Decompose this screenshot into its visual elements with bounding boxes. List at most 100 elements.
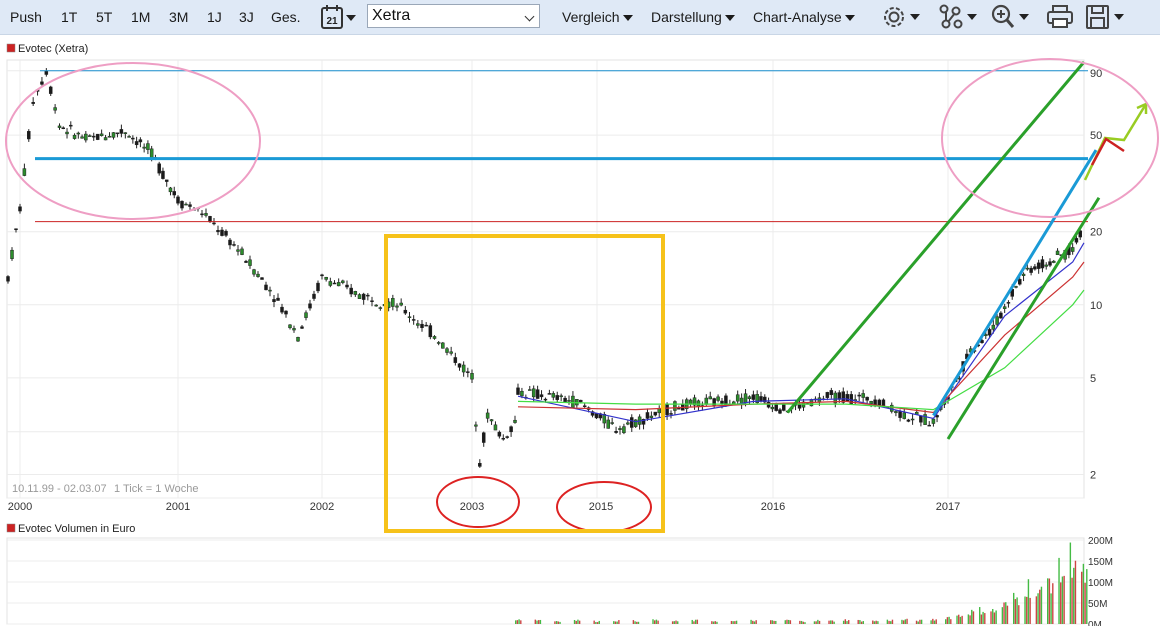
candle-body [432, 336, 437, 339]
volume-bar [714, 621, 716, 624]
volume-bar [1018, 605, 1020, 624]
candle-body [622, 426, 626, 434]
candle-body [61, 127, 66, 129]
volume-bar [799, 620, 801, 624]
volume-bar [877, 621, 879, 624]
volume-bar [555, 621, 558, 624]
volume-bar [655, 619, 658, 624]
candle-body [735, 394, 740, 402]
candle-body [747, 396, 752, 399]
candle-body [669, 413, 673, 415]
candle-body [180, 200, 184, 209]
candle-body [1006, 302, 1011, 304]
candle-body [645, 412, 650, 419]
candle-body [312, 293, 316, 299]
volume-bar [804, 622, 806, 624]
x-tick-label: 2017 [936, 501, 960, 513]
trend-line-1 [786, 61, 1086, 414]
volume-bar [875, 620, 877, 624]
candle-body [103, 137, 108, 141]
candle-body [774, 403, 778, 411]
candle-body [216, 230, 220, 233]
candle-body [1070, 247, 1075, 252]
candle-body [428, 325, 433, 338]
candle-body [618, 428, 622, 430]
candle-body [449, 351, 453, 354]
volume-bar [515, 620, 517, 624]
volume-bar [1001, 607, 1004, 624]
volume-bar [735, 620, 738, 624]
candle-body [869, 400, 873, 405]
candle-body [256, 273, 260, 277]
volume-bar [1035, 596, 1038, 624]
price-y-tick-label: 20 [1090, 227, 1102, 239]
volume-bar [945, 619, 947, 624]
candle-body [378, 307, 383, 309]
candle-body [304, 312, 308, 318]
candle-body [1029, 267, 1033, 273]
candle-body [1002, 306, 1007, 309]
candle-body [1074, 238, 1079, 243]
candle-body [520, 390, 524, 397]
volume-bar [1026, 596, 1028, 624]
volume-bar [902, 620, 905, 624]
highlight-rectangle [384, 234, 665, 533]
volume-bar [915, 620, 918, 624]
volume-bar [593, 620, 595, 624]
volume-bar [789, 620, 792, 624]
x-tick-label: 2002 [310, 501, 334, 513]
candle-body [284, 310, 288, 315]
candle-body [474, 424, 478, 427]
candle-body [571, 395, 575, 408]
volume-bar [848, 620, 850, 624]
candle-body [357, 294, 362, 299]
candle-body [10, 249, 14, 259]
volume-bar [1039, 589, 1041, 624]
candle-body [149, 148, 154, 159]
candle-body [84, 133, 88, 141]
volume-bar [784, 620, 786, 624]
candle-body [470, 373, 474, 380]
candle-body [18, 206, 22, 212]
candle-body [626, 422, 630, 425]
volume-grid [6, 537, 1085, 625]
candle-body [481, 432, 486, 443]
volume-bar [862, 621, 864, 624]
candle-body [894, 411, 898, 414]
candle-body [906, 419, 911, 422]
volume-bar [554, 621, 556, 624]
candle-body [1021, 273, 1026, 276]
volume-bar [859, 620, 861, 624]
candle-body [594, 413, 599, 419]
candle-body [704, 397, 709, 405]
candle-body [91, 135, 96, 138]
tick-interval-label: 1 Tick = 1 Woche [114, 483, 198, 495]
candle-body [420, 323, 424, 328]
volume-panel-frame [6, 537, 1085, 625]
range-label: 10.11.99 - 02.03.07 [12, 483, 107, 495]
volume-bar [616, 621, 618, 624]
candle-body [127, 136, 131, 138]
volume-bar [1060, 582, 1062, 624]
volume-y-tick-label: 200M [1088, 536, 1113, 547]
volume-bar [614, 621, 617, 624]
candle-body [493, 424, 498, 431]
candle-body [324, 276, 328, 280]
volume-legend-swatch [6, 523, 16, 533]
candle-body [649, 415, 654, 418]
candle-body [72, 134, 77, 139]
volume-bar [694, 619, 697, 624]
candle-body [188, 204, 192, 207]
candle-body [999, 312, 1003, 319]
candle-body [14, 228, 18, 231]
volume-bar [652, 619, 654, 624]
candle-body [984, 334, 988, 336]
candle-body [531, 388, 536, 398]
volume-bar [959, 616, 962, 624]
candle-body [349, 287, 353, 295]
x-tick-label: 2016 [761, 501, 785, 513]
candle-body [466, 371, 470, 373]
volume-bar [637, 621, 640, 624]
candle-body [292, 328, 296, 331]
volume-bar [971, 609, 973, 624]
